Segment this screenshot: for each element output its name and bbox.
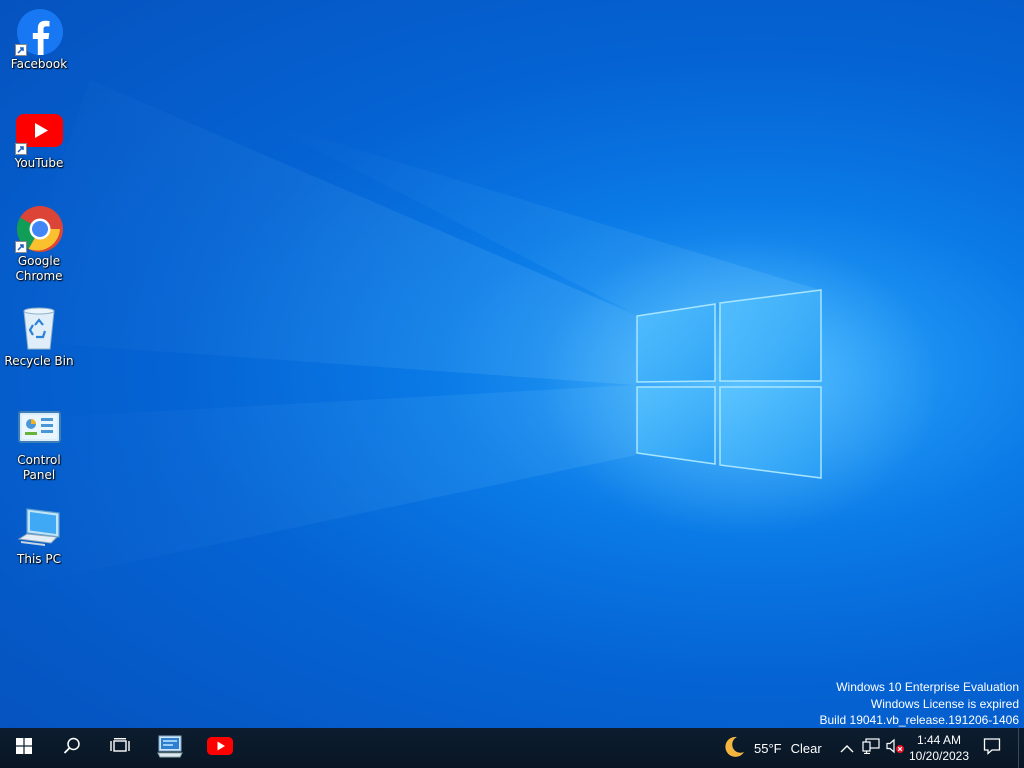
control-panel-icon xyxy=(15,404,63,452)
chevron-up-icon xyxy=(840,739,854,758)
shortcut-arrow-icon xyxy=(15,143,27,155)
taskbar: 55°F Clear 1:44 AM 10/20/2023 xyxy=(0,728,1024,768)
watermark-license: Windows License is expired xyxy=(870,696,1019,711)
task-view-button[interactable] xyxy=(96,728,144,768)
desktop-icon-label: Control Panel xyxy=(17,453,61,482)
clock-time: 1:44 AM xyxy=(916,733,962,747)
desktop-icon-facebook[interactable]: Facebook xyxy=(1,8,77,72)
desktop[interactable]: Facebook YouTube Google Chrome Recycle B… xyxy=(0,0,1024,728)
watermark-edition: Windows 10 Enterprise Evaluation xyxy=(836,680,1019,694)
youtube-icon xyxy=(15,107,63,155)
facebook-icon xyxy=(15,8,63,56)
desktop-icon-recycle-bin[interactable]: Recycle Bin xyxy=(1,305,77,369)
weather-condition: Clear xyxy=(790,740,822,756)
clock-date: 10/20/2023 xyxy=(908,749,970,763)
desktop-icon-youtube[interactable]: YouTube xyxy=(1,107,77,171)
weather-temperature: 55°F xyxy=(754,740,782,756)
desktop-icon-control-panel[interactable]: Control Panel xyxy=(1,404,77,483)
weather-widget[interactable]: 55°F Clear xyxy=(722,728,822,768)
desktop-icon-label: This PC xyxy=(17,552,61,566)
action-center-button[interactable] xyxy=(978,728,1006,768)
taskbar-remote-desktop[interactable] xyxy=(146,728,194,768)
shortcut-arrow-icon xyxy=(15,44,27,56)
windows-start-icon xyxy=(16,738,32,758)
taskbar-youtube[interactable] xyxy=(196,728,244,768)
show-hidden-icons-button[interactable] xyxy=(838,728,856,768)
network-button[interactable] xyxy=(860,728,882,768)
chrome-icon xyxy=(15,205,63,253)
search-button[interactable] xyxy=(48,728,96,768)
start-button[interactable] xyxy=(0,728,48,768)
youtube-icon xyxy=(207,737,233,759)
activation-watermark: Windows 10 Enterprise Evaluation Windows… xyxy=(820,679,1020,728)
task-view-icon xyxy=(110,737,130,758)
wallpaper xyxy=(0,80,940,590)
desktop-icon-google-chrome[interactable]: Google Chrome xyxy=(1,205,77,284)
desktop-icon-this-pc[interactable]: This PC xyxy=(1,503,77,567)
show-desktop-button[interactable] xyxy=(1018,728,1024,768)
remote-desktop-icon xyxy=(157,734,183,762)
desktop-icon-label: YouTube xyxy=(14,156,64,170)
volume-muted-icon xyxy=(885,738,905,758)
this-pc-icon xyxy=(15,503,63,551)
moon-icon xyxy=(722,735,746,762)
desktop-icon-label: Recycle Bin xyxy=(4,354,74,368)
search-icon xyxy=(63,737,81,759)
notification-icon xyxy=(983,737,1001,759)
clock[interactable]: 1:44 AM 10/20/2023 xyxy=(903,728,975,768)
shortcut-arrow-icon xyxy=(15,241,27,253)
desktop-icon-label: Facebook xyxy=(10,57,68,71)
network-icon xyxy=(862,738,880,758)
watermark-build: Build 19041.vb_release.191206-1406 xyxy=(819,713,1020,727)
desktop-icon-label: Google Chrome xyxy=(15,254,63,283)
recycle-bin-icon xyxy=(15,305,63,353)
